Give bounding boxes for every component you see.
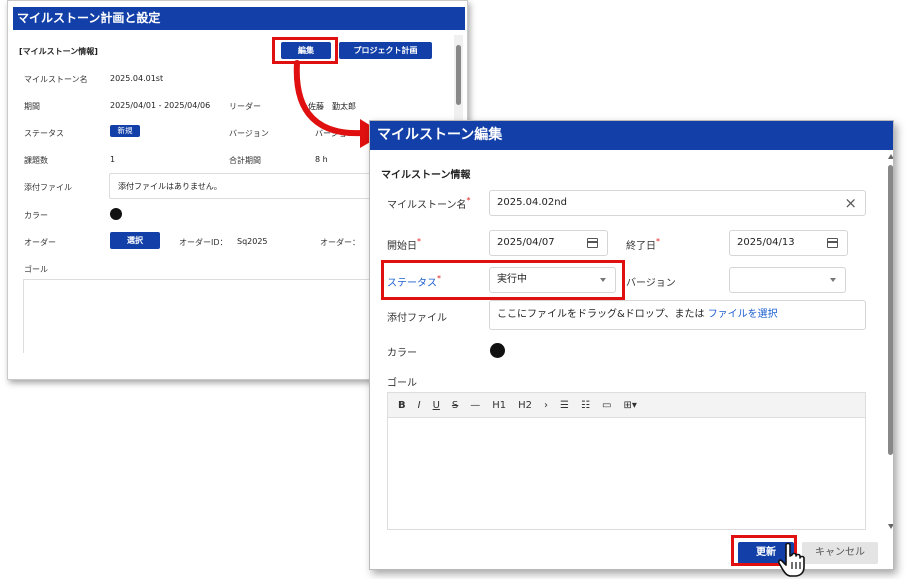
- order-id-label: オーダーID：: [179, 238, 228, 247]
- close-icon[interactable]: ×: [844, 191, 857, 215]
- start-date-value: 2025/04/07: [497, 237, 555, 248]
- period-label: 期間: [24, 102, 40, 111]
- quote-button[interactable]: ›: [544, 400, 548, 411]
- name-input[interactable]: 2025.04.02nd ×: [489, 190, 866, 216]
- end-date-label: 終了日*: [626, 237, 660, 252]
- attachment-dropzone[interactable]: ここにファイルをドラッグ&ドロップ、または ファイルを選択: [489, 300, 866, 330]
- numbered-list-button[interactable]: ☷: [581, 400, 590, 411]
- color-label: カラー: [24, 211, 48, 220]
- chevron-down-icon: [830, 278, 836, 282]
- goal-label: ゴール: [387, 378, 417, 389]
- total-period-label: 合計期間: [229, 156, 261, 165]
- horizontal-rule-button[interactable]: —: [470, 400, 480, 411]
- dialog-section-title: マイルストーン情報: [381, 170, 471, 181]
- period-value: 2025/04/01 - 2025/04/06: [110, 101, 211, 110]
- version-label: バージョン: [626, 278, 676, 289]
- dialog-scrollbar[interactable]: [886, 151, 893, 536]
- issues-label: 課題数: [24, 156, 48, 165]
- table-button[interactable]: ⊞▾: [623, 400, 636, 411]
- pointer-hand-icon: [777, 542, 805, 577]
- name-label: マイルストーン名*: [387, 196, 471, 211]
- issues-value: 1: [110, 155, 116, 164]
- chevron-down-icon: [600, 278, 606, 282]
- attachment-text: ここにファイルをドラッグ&ドロップ、または: [497, 309, 705, 320]
- leader-label: リーダー: [229, 102, 261, 111]
- order-label: オーダー: [24, 238, 56, 247]
- bold-button[interactable]: B: [398, 400, 406, 411]
- color-swatch[interactable]: [490, 343, 505, 358]
- status-badge: 新規: [110, 125, 140, 137]
- end-date-input[interactable]: 2025/04/13: [729, 230, 848, 256]
- start-date-label: 開始日*: [387, 237, 421, 252]
- name-label: マイルストーン名: [24, 75, 88, 84]
- calendar-icon[interactable]: [587, 238, 598, 248]
- color-swatch[interactable]: [110, 208, 122, 220]
- heading2-button[interactable]: H2: [518, 400, 532, 411]
- scroll-up-icon[interactable]: [888, 154, 893, 159]
- color-label: カラー: [387, 348, 417, 359]
- status-label: ステータス: [24, 129, 64, 138]
- select-button[interactable]: 選択: [110, 232, 160, 249]
- goal-label: ゴール: [24, 265, 48, 274]
- window-title: マイルストーン計画と設定: [13, 7, 465, 30]
- attachment-label: 添付ファイル: [24, 183, 72, 192]
- attachment-box: 添付ファイルはありません。: [109, 173, 379, 199]
- status-label: ステータス*: [387, 274, 441, 289]
- dialog-title: マイルストーン編集: [370, 121, 893, 150]
- calendar-icon[interactable]: [827, 238, 838, 248]
- editor-toolbar: B I U S — H1 H2 › ☰ ☷ ▭ ⊞▾: [387, 392, 866, 418]
- total-period-value: 8 h: [315, 155, 328, 164]
- attachment-label: 添付ファイル: [387, 313, 447, 324]
- name-value: 2025.04.01st: [110, 74, 164, 83]
- end-date-value: 2025/04/13: [737, 237, 795, 248]
- start-date-input[interactable]: 2025/04/07: [489, 230, 608, 256]
- image-button[interactable]: ▭: [602, 400, 611, 411]
- underline-button[interactable]: U: [433, 400, 440, 411]
- status-select-value: 実行中: [497, 274, 527, 285]
- version-label: バージョン: [229, 129, 269, 138]
- version-select[interactable]: [729, 267, 846, 293]
- name-input-value: 2025.04.02nd: [497, 197, 567, 208]
- scroll-thumb[interactable]: [888, 165, 893, 455]
- bullet-list-button[interactable]: ☰: [560, 400, 569, 411]
- heading1-button[interactable]: H1: [492, 400, 506, 411]
- italic-button[interactable]: I: [418, 400, 421, 411]
- scroll-down-icon[interactable]: [888, 524, 893, 529]
- order-label-2: オーダー：: [320, 238, 360, 247]
- strikethrough-button[interactable]: S: [452, 400, 458, 411]
- status-select[interactable]: 実行中: [489, 267, 616, 293]
- goal-editor[interactable]: [387, 418, 866, 530]
- section-title: [マイルストーン情報]: [19, 47, 98, 56]
- cancel-button[interactable]: キャンセル: [802, 542, 878, 564]
- select-file-link[interactable]: ファイルを選択: [708, 309, 778, 320]
- order-id-value: Sq2025: [237, 237, 268, 246]
- milestone-edit-dialog: マイルストーン編集 マイルストーン情報 マイルストーン名* 2025.04.02…: [369, 120, 894, 570]
- goal-box: [23, 279, 383, 353]
